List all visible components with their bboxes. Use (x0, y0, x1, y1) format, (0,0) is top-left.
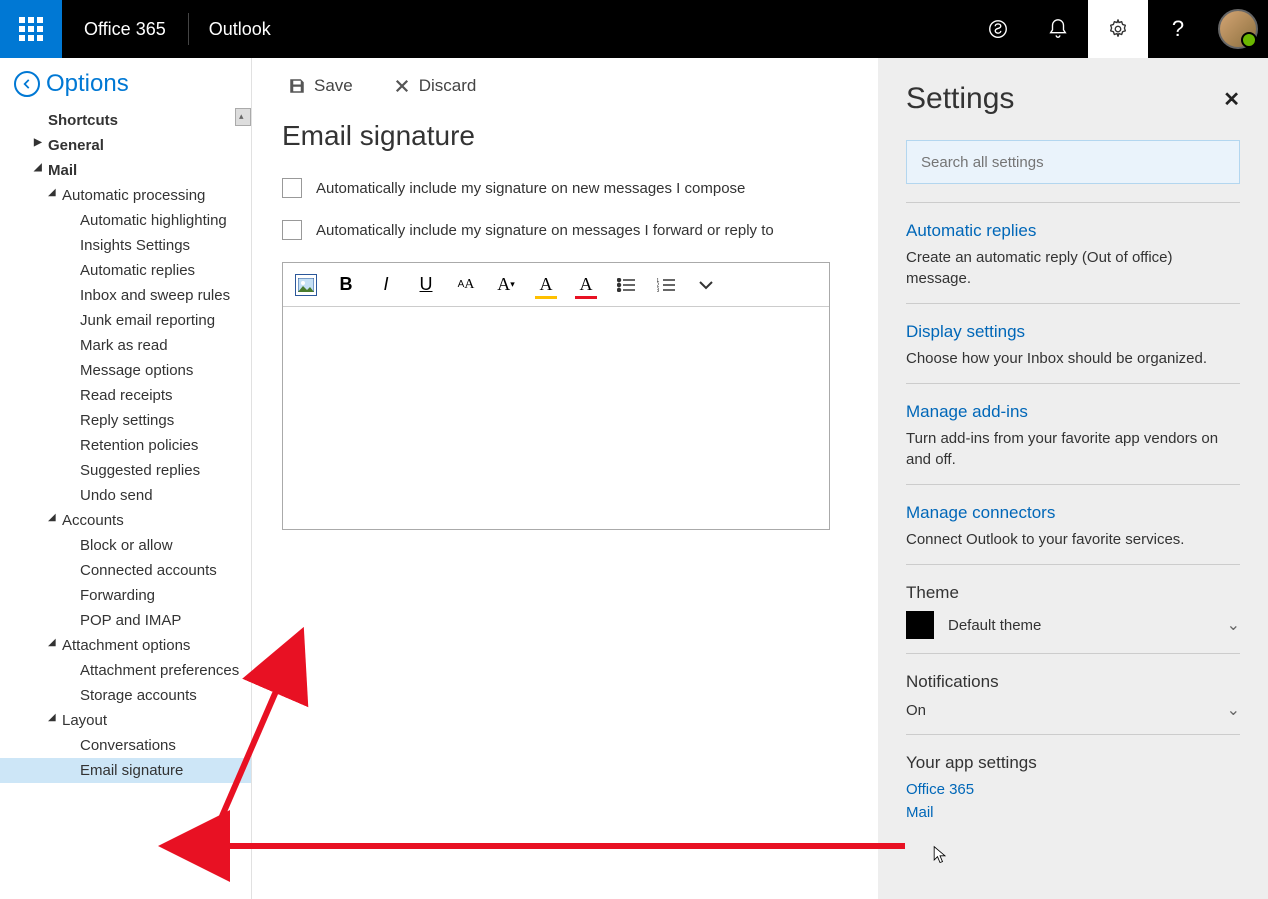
notifications-value: On (906, 702, 926, 719)
auto-replies-desc: Create an automatic reply (Out of office… (906, 247, 1240, 289)
tree-undo[interactable]: Undo send (0, 483, 251, 508)
tree-connected[interactable]: Connected accounts (0, 558, 251, 583)
manage-connectors-desc: Connect Outlook to your favorite service… (906, 529, 1240, 550)
bullet-list-icon[interactable] (615, 274, 637, 296)
help-icon[interactable]: ? (1148, 0, 1208, 58)
content-toolbar: Save Discard (288, 76, 848, 96)
underline-icon[interactable]: U (415, 274, 437, 296)
back-button[interactable] (14, 71, 40, 97)
tree-msg-options[interactable]: Message options (0, 358, 251, 383)
theme-swatch (906, 611, 934, 639)
settings-title: Settings (906, 82, 1014, 116)
notifications-icon[interactable] (1028, 0, 1088, 58)
user-avatar[interactable] (1218, 9, 1258, 49)
font-size-icon[interactable]: AA (455, 274, 477, 296)
number-list-icon[interactable]: 123 (655, 274, 677, 296)
notifications-label: Notifications (906, 672, 1240, 692)
skype-icon[interactable] (968, 0, 1028, 58)
tree-layout[interactable]: ◢Layout (0, 708, 251, 733)
italic-icon[interactable]: I (375, 274, 397, 296)
tree-insights[interactable]: Insights Settings (0, 233, 251, 258)
save-button[interactable]: Save (288, 76, 353, 96)
tree-forwarding[interactable]: Forwarding (0, 583, 251, 608)
tree-auto-highlighting[interactable]: Automatic highlighting (0, 208, 251, 233)
auto-replies-link[interactable]: Automatic replies (906, 221, 1240, 241)
app-link-office365[interactable]: Office 365 (906, 781, 1240, 798)
scrollbar-up[interactable] (235, 108, 251, 126)
tree-auto-replies[interactable]: Automatic replies (0, 258, 251, 283)
notifications-selector[interactable]: On ⌄ (906, 700, 1240, 720)
manage-addins-link[interactable]: Manage add-ins (906, 402, 1240, 422)
tree-general[interactable]: ▶General (0, 133, 251, 158)
content-pane: Save Discard Email signature Automatical… (252, 58, 878, 899)
options-header: Options (0, 58, 251, 108)
tree-block-allow[interactable]: Block or allow (0, 533, 251, 558)
app-name[interactable]: Outlook (189, 19, 291, 40)
options-sidebar: Options Shortcuts ▶General ◢Mail ◢Automa… (0, 58, 252, 899)
tree-mark-read[interactable]: Mark as read (0, 333, 251, 358)
waffle-icon (19, 17, 43, 41)
tree-shortcuts[interactable]: Shortcuts (0, 108, 251, 133)
tree-suggested[interactable]: Suggested replies (0, 458, 251, 483)
font-family-icon[interactable]: A▾ (495, 274, 517, 296)
theme-selector[interactable]: Default theme ⌄ (906, 611, 1240, 639)
close-settings-button[interactable]: ✕ (1223, 87, 1240, 112)
more-options-icon[interactable] (695, 274, 717, 296)
settings-gear-icon[interactable] (1088, 0, 1148, 58)
page-title: Email signature (282, 120, 848, 152)
tree-accounts[interactable]: ◢Accounts (0, 508, 251, 533)
tree-storage[interactable]: Storage accounts (0, 683, 251, 708)
theme-name: Default theme (948, 617, 1213, 634)
tree-attach-opts[interactable]: ◢Attachment options (0, 633, 251, 658)
tree-attach-prefs[interactable]: Attachment preferences (0, 658, 251, 683)
tree-pop-imap[interactable]: POP and IMAP (0, 608, 251, 633)
font-color-icon[interactable]: A (575, 274, 597, 296)
editor-textarea[interactable] (283, 307, 829, 529)
manage-addins-desc: Turn add-ins from your favorite app vend… (906, 428, 1240, 470)
highlight-color-icon[interactable]: A (535, 274, 557, 296)
tree-junk[interactable]: Junk email reporting (0, 308, 251, 333)
options-tree[interactable]: Shortcuts ▶General ◢Mail ◢Automatic proc… (0, 108, 251, 899)
checkbox-new[interactable] (282, 178, 302, 198)
signature-editor: B I U AA A▾ A A 123 (282, 262, 830, 530)
header-bar: Office 365 Outlook ? (0, 0, 1268, 58)
manage-connectors-link[interactable]: Manage connectors (906, 503, 1240, 523)
display-settings-link[interactable]: Display settings (906, 322, 1240, 342)
settings-panel: Settings ✕ Automatic replies Create an a… (878, 58, 1268, 899)
brand-label: Office 365 (62, 19, 188, 40)
insert-image-icon[interactable] (295, 274, 317, 296)
checkbox-forward[interactable] (282, 220, 302, 240)
check-new-messages: Automatically include my signature on ne… (282, 178, 848, 198)
app-link-mail[interactable]: Mail (906, 804, 1240, 821)
tree-inbox-rules[interactable]: Inbox and sweep rules (0, 283, 251, 308)
tree-retention[interactable]: Retention policies (0, 433, 251, 458)
tree-conversations[interactable]: Conversations (0, 733, 251, 758)
chevron-down-icon[interactable]: ⌄ (1227, 700, 1240, 720)
options-title: Options (46, 70, 129, 98)
chevron-down-icon[interactable]: ⌄ (1227, 615, 1240, 635)
svg-text:3: 3 (657, 288, 660, 292)
check-forward-reply: Automatically include my signature on me… (282, 220, 848, 240)
app-launcher[interactable] (0, 0, 62, 58)
tree-auto-processing[interactable]: ◢Automatic processing (0, 183, 251, 208)
settings-search-input[interactable] (906, 140, 1240, 184)
discard-button[interactable]: Discard (393, 76, 477, 96)
editor-toolbar: B I U AA A▾ A A 123 (283, 263, 829, 307)
theme-label: Theme (906, 583, 1240, 603)
bold-icon[interactable]: B (335, 274, 357, 296)
check-forward-label: Automatically include my signature on me… (316, 222, 774, 239)
app-settings-label: Your app settings (906, 753, 1240, 773)
check-new-label: Automatically include my signature on ne… (316, 180, 745, 197)
tree-read-receipts[interactable]: Read receipts (0, 383, 251, 408)
display-settings-desc: Choose how your Inbox should be organize… (906, 348, 1240, 369)
tree-email-signature[interactable]: Email signature (0, 758, 251, 783)
tree-reply-settings[interactable]: Reply settings (0, 408, 251, 433)
tree-mail[interactable]: ◢Mail (0, 158, 251, 183)
